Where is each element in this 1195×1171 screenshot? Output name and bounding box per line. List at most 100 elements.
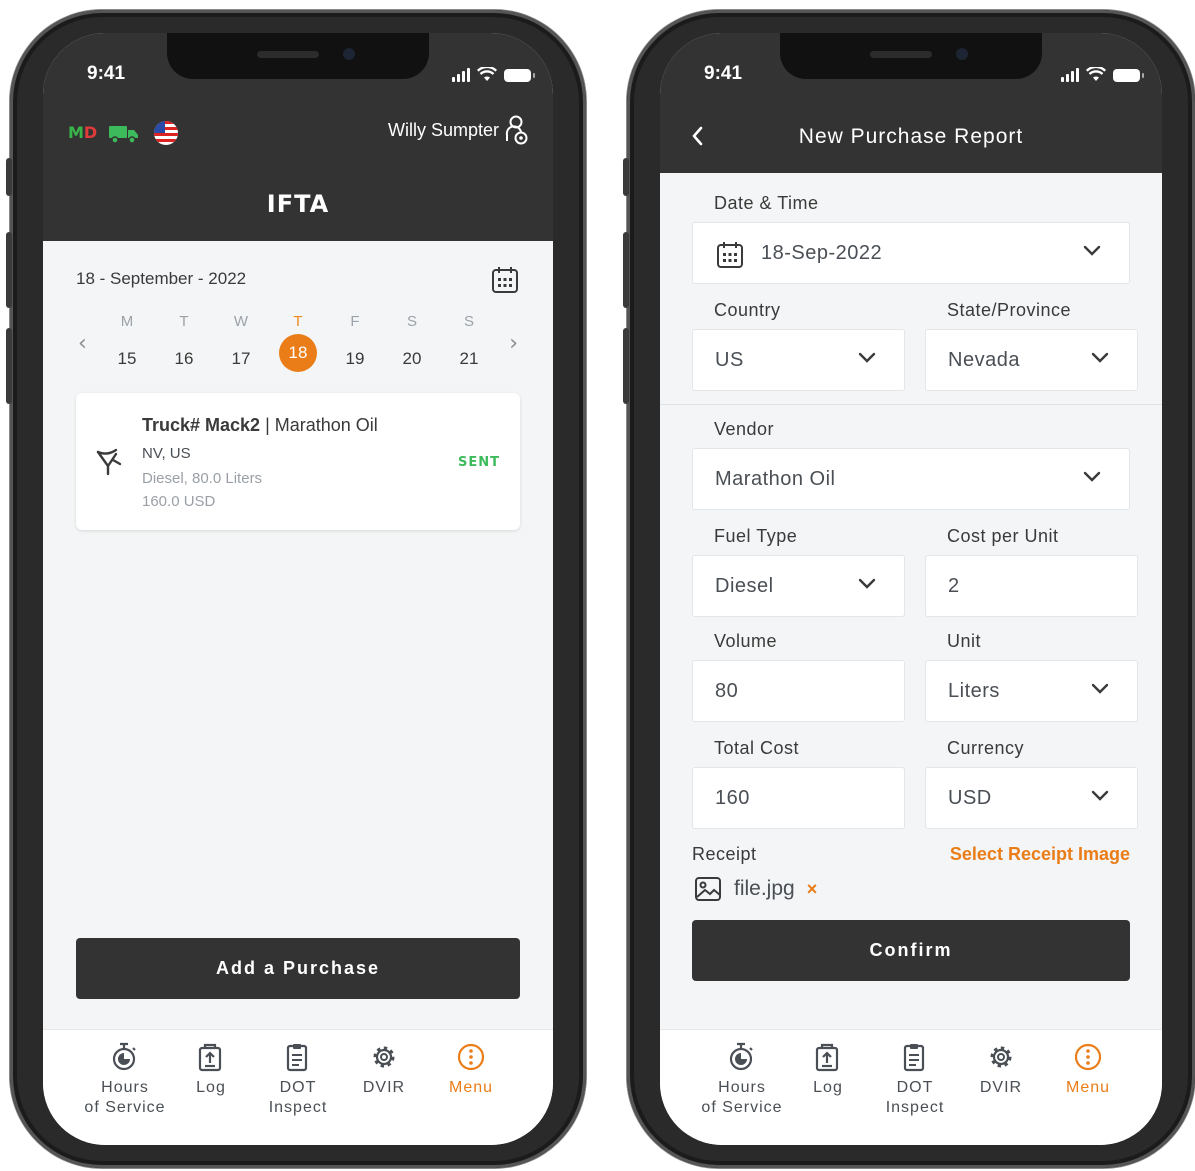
currency-label: Currency bbox=[947, 738, 1025, 758]
signal-icon bbox=[1061, 68, 1079, 82]
card-cost: 160.0 USD bbox=[142, 493, 216, 510]
cost-per-unit-label: Cost per Unit bbox=[947, 526, 1059, 546]
ifta-screen: 9:41 MD Willy Sumpter IFTA 18 - Septembe… bbox=[43, 33, 553, 1145]
volume-up-button bbox=[6, 232, 12, 308]
unit-select[interactable]: Liters bbox=[925, 660, 1138, 722]
cost-per-unit-value: 2 bbox=[948, 574, 960, 597]
total-cost-input[interactable]: 160 bbox=[692, 767, 905, 829]
truck-icon[interactable] bbox=[109, 125, 139, 143]
total-cost-label: Total Cost bbox=[714, 738, 800, 758]
day-20[interactable]: S 20 bbox=[392, 313, 432, 378]
receipt-label: Receipt bbox=[692, 844, 757, 864]
chevron-down-icon bbox=[1091, 683, 1109, 694]
chevron-left-icon[interactable]: ‹ bbox=[78, 331, 87, 356]
tab-menu[interactable]: Menu bbox=[1038, 1042, 1138, 1098]
tab-dvir[interactable]: DVIR bbox=[334, 1042, 434, 1098]
menu-icon bbox=[457, 1043, 485, 1071]
new-purchase-screen: 9:41 New Purchase Report Date & Time 18-… bbox=[660, 33, 1162, 1145]
volume-input[interactable]: 80 bbox=[692, 660, 905, 722]
total-cost-value: 160 bbox=[715, 786, 750, 809]
mute-switch bbox=[6, 158, 12, 196]
bottom-tab-bar: Hours of Service Log DOT Inspect DVIR Menu bbox=[660, 1029, 1162, 1145]
unit-label: Unit bbox=[947, 631, 982, 651]
stopwatch-icon bbox=[112, 1042, 136, 1071]
fuel-type-select[interactable]: Diesel bbox=[692, 555, 905, 617]
battery-icon bbox=[1113, 69, 1144, 82]
tab-dot-inspect[interactable]: DOT Inspect bbox=[248, 1042, 348, 1118]
duty-status[interactable]: MD bbox=[68, 123, 97, 142]
bottom-tab-bar: Hours of Service Log DOT Inspect DVIR Menu bbox=[43, 1029, 553, 1145]
vendor-select[interactable]: Marathon Oil bbox=[692, 448, 1130, 510]
remove-file-icon[interactable]: × bbox=[807, 879, 818, 900]
calendar-icon[interactable] bbox=[491, 266, 519, 294]
volume-value: 80 bbox=[715, 679, 739, 702]
state-value: Nevada bbox=[948, 348, 1020, 371]
confirm-button[interactable]: Confirm bbox=[692, 920, 1130, 981]
day-15[interactable]: M 15 bbox=[107, 313, 147, 378]
date-time-value: 18-Sep-2022 bbox=[761, 241, 883, 264]
clipboard-icon bbox=[903, 1044, 925, 1072]
gear-icon bbox=[990, 1046, 1012, 1068]
add-purchase-button[interactable]: Add a Purchase bbox=[76, 938, 520, 999]
volume-down-button bbox=[623, 328, 629, 404]
currency-value: USD bbox=[948, 786, 992, 809]
card-title: Truck# Mack2 | Marathon Oil bbox=[142, 415, 378, 435]
vendor-label: Vendor bbox=[714, 419, 775, 439]
image-icon bbox=[695, 877, 721, 901]
tab-log[interactable]: Log bbox=[161, 1042, 261, 1098]
receipt-file: file.jpg × bbox=[694, 876, 817, 902]
fuel-type-label: Fuel Type bbox=[714, 526, 798, 546]
day-21[interactable]: S 21 bbox=[449, 313, 489, 378]
date-time-field[interactable]: 18-Sep-2022 bbox=[692, 222, 1130, 284]
gear-icon bbox=[373, 1046, 395, 1068]
status-bar: 9:41 bbox=[660, 61, 1162, 89]
state-select[interactable]: Nevada bbox=[925, 329, 1138, 391]
chevron-down-icon bbox=[1083, 471, 1101, 482]
user-name: Willy Sumpter bbox=[387, 119, 499, 140]
wifi-icon bbox=[477, 67, 497, 81]
select-receipt-image-link[interactable]: Select Receipt Image bbox=[950, 844, 1130, 865]
date-time-label: Date & Time bbox=[714, 193, 819, 213]
tab-dot-inspect[interactable]: DOT Inspect bbox=[865, 1042, 965, 1118]
menu-icon bbox=[1074, 1043, 1102, 1071]
current-date: 18 - September - 2022 bbox=[76, 269, 247, 288]
status-badge: SENT bbox=[458, 455, 500, 470]
volume-down-button bbox=[6, 328, 12, 404]
day-19[interactable]: F 19 bbox=[335, 313, 375, 378]
country-label: Country bbox=[714, 300, 781, 320]
tab-menu[interactable]: Menu bbox=[421, 1042, 521, 1098]
purchase-card[interactable]: Truck# Mack2 | Marathon Oil NV, US Diese… bbox=[76, 393, 520, 530]
chevron-down-icon bbox=[858, 578, 876, 589]
phone-left: 9:41 MD Willy Sumpter IFTA 18 - Septembe… bbox=[6, 10, 586, 1168]
us-flag-icon[interactable] bbox=[154, 121, 178, 145]
page-title: IFTA bbox=[266, 190, 330, 218]
mute-switch bbox=[623, 158, 629, 196]
battery-icon bbox=[504, 69, 535, 82]
file-name: file.jpg bbox=[734, 877, 795, 900]
clipboard-icon bbox=[286, 1044, 308, 1072]
chevron-down-icon bbox=[858, 352, 876, 363]
day-18-selected[interactable]: T 18 bbox=[278, 313, 318, 372]
vendor-value: Marathon Oil bbox=[715, 467, 836, 490]
chevron-right-icon[interactable]: › bbox=[509, 331, 518, 356]
section-divider bbox=[660, 404, 1162, 405]
tab-log[interactable]: Log bbox=[778, 1042, 878, 1098]
volume-label: Volume bbox=[714, 631, 778, 651]
currency-select[interactable]: USD bbox=[925, 767, 1138, 829]
state-label: State/Province bbox=[947, 300, 1072, 320]
tab-dvir[interactable]: DVIR bbox=[951, 1042, 1051, 1098]
status-time: 9:41 bbox=[87, 63, 126, 84]
stopwatch-icon bbox=[729, 1042, 753, 1071]
page-title: New Purchase Report bbox=[798, 125, 1024, 148]
status-bar: 9:41 bbox=[43, 61, 553, 89]
country-select[interactable]: US bbox=[692, 329, 905, 391]
chevron-down-icon bbox=[1083, 245, 1101, 256]
fuel-filter-icon bbox=[96, 448, 122, 476]
day-17[interactable]: W 17 bbox=[221, 313, 261, 378]
cost-per-unit-input[interactable]: 2 bbox=[925, 555, 1138, 617]
tab-hours-of-service[interactable]: Hours of Service bbox=[75, 1042, 175, 1118]
tab-hours-of-service[interactable]: Hours of Service bbox=[692, 1042, 792, 1118]
day-16[interactable]: T 16 bbox=[164, 313, 204, 378]
user-profile[interactable]: Willy Sumpter bbox=[388, 115, 529, 145]
unit-value: Liters bbox=[948, 679, 1000, 702]
